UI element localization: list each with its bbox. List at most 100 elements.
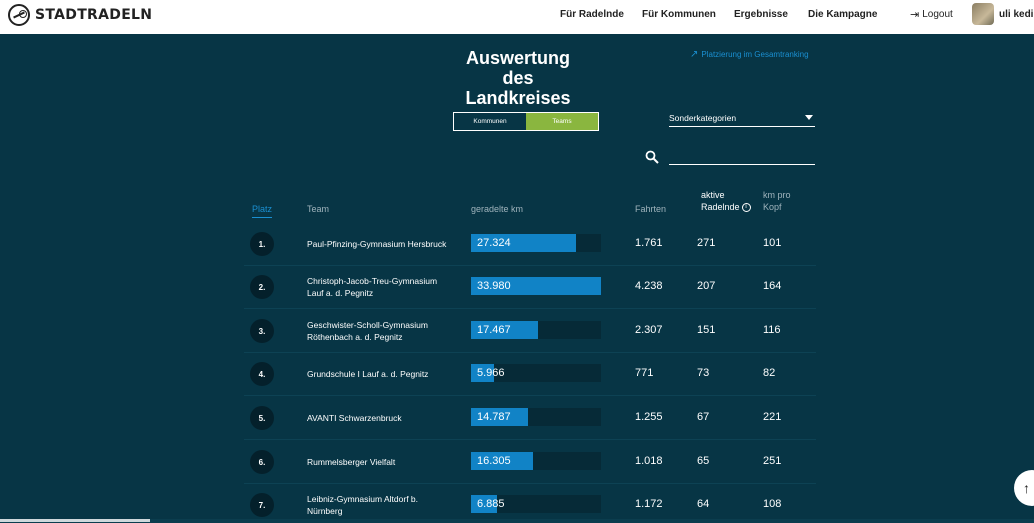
- bike-logo-icon: [8, 4, 30, 26]
- team-name-line1: AVANTI Schwarzenbruck: [307, 413, 402, 423]
- table-row: 2. Christoph-Jacob-Treu-Gymnasium Lauf a.…: [244, 265, 816, 309]
- column-header-aktive-line2: Radelnde: [701, 202, 740, 212]
- nav-fuer-radelnde[interactable]: Für Radelnde: [560, 9, 624, 20]
- scroll-to-top-button[interactable]: ↑: [1014, 470, 1034, 506]
- info-icon[interactable]: i: [741, 203, 751, 213]
- aktive-radelnde-value: 64: [697, 498, 710, 510]
- km-bar: 14.787: [471, 408, 601, 426]
- rank-badge: 7.: [250, 493, 274, 517]
- caret-down-icon: [805, 115, 813, 120]
- aktive-radelnde-value: 207: [697, 280, 716, 292]
- toggle-kommunen[interactable]: Kommunen: [454, 113, 526, 130]
- km-bar: 6.885: [471, 495, 601, 513]
- table-row: 1. Paul-Pfinzing-Gymnasium Hersbruck 27.…: [244, 222, 816, 266]
- column-header-km-pro-kopf[interactable]: km pro Kopf: [763, 189, 813, 213]
- team-name-line1: Geschwister-Scholl-Gymnasium: [307, 320, 428, 330]
- rank-badge: 2.: [250, 275, 274, 299]
- rank-badge: 6.: [250, 450, 274, 474]
- horizontal-scrollbar[interactable]: [0, 519, 1034, 523]
- column-header-kopf-line1: km pro: [763, 190, 791, 200]
- scrollbar-thumb[interactable]: [0, 519, 150, 522]
- team-name: Grundschule I Lauf a. d. Pegnitz: [307, 368, 467, 380]
- rank-badge: 3.: [250, 319, 274, 343]
- ranking-link[interactable]: ↗ Platzierung im Gesamtranking: [690, 49, 809, 60]
- km-pro-kopf-value: 251: [763, 455, 782, 467]
- team-name: Christoph-Jacob-Treu-Gymnasium Lauf a. d.…: [307, 275, 467, 299]
- km-pro-kopf-value: 164: [763, 280, 782, 292]
- search-icon[interactable]: [645, 150, 659, 164]
- km-value: 27.324: [477, 237, 511, 249]
- km-value: 14.787: [477, 411, 511, 423]
- km-pro-kopf-value: 82: [763, 367, 776, 379]
- column-header-platz[interactable]: Platz: [252, 203, 273, 218]
- team-name-line2: Lauf a. d. Pegnitz: [307, 288, 374, 298]
- top-navigation: STADTRADELN Für Radelnde Für Kommunen Er…: [0, 0, 1034, 34]
- brand-logo[interactable]: STADTRADELN: [8, 4, 152, 26]
- column-header-team[interactable]: Team: [307, 203, 329, 215]
- user-name: uli kedin: [999, 8, 1034, 20]
- km-bar: 33.980: [471, 277, 601, 295]
- team-name-line2: Röthenbach a. d. Pegnitz: [307, 332, 403, 342]
- team-name-line1: Paul-Pfinzing-Gymnasium Hersbruck: [307, 239, 447, 249]
- fahrten-value: 1.761: [635, 237, 663, 249]
- search-input[interactable]: [669, 148, 815, 165]
- km-value: 17.467: [477, 324, 511, 336]
- team-name-line1: Leibniz-Gymnasium Altdorf b.: [307, 494, 419, 504]
- page-title: Auswertung des Landkreises: [465, 48, 571, 108]
- fahrten-value: 4.238: [635, 280, 663, 292]
- team-name: AVANTI Schwarzenbruck: [307, 412, 467, 424]
- km-value: 5.966: [477, 367, 505, 379]
- fahrten-value: 771: [635, 367, 654, 379]
- aktive-radelnde-value: 67: [697, 411, 710, 423]
- team-name-line1: Rummelsberger Vielfalt: [307, 457, 396, 467]
- km-bar: 5.966: [471, 364, 601, 382]
- fahrten-value: 1.255: [635, 411, 663, 423]
- team-name-line2: Nürnberg: [307, 506, 343, 516]
- column-header-kopf-line2: Kopf: [763, 202, 782, 212]
- column-header-km[interactable]: geradelte km: [471, 203, 523, 215]
- km-bar: 27.324: [471, 234, 601, 252]
- ranking-link-label: Platzierung im Gesamtranking: [701, 50, 809, 59]
- aktive-radelnde-value: 73: [697, 367, 710, 379]
- nav-die-kampagne[interactable]: Die Kampagne: [808, 9, 877, 20]
- column-header-fahrten[interactable]: Fahrten: [635, 203, 666, 215]
- column-header-aktive-radelnde[interactable]: aktive Radelnde i: [701, 189, 761, 213]
- aktive-radelnde-value: 65: [697, 455, 710, 467]
- nav-ergebnisse[interactable]: Ergebnisse: [734, 9, 788, 20]
- logout-icon: ⇥: [910, 8, 920, 21]
- kommunen-teams-toggle: Kommunen Teams: [453, 112, 599, 131]
- avatar: [972, 3, 994, 25]
- km-bar: 16.305: [471, 452, 601, 470]
- rank-badge: 1.: [250, 232, 274, 256]
- fahrten-value: 1.172: [635, 498, 663, 510]
- rank-badge: 4.: [250, 362, 274, 386]
- km-pro-kopf-value: 116: [763, 324, 781, 336]
- team-name: Geschwister-Scholl-Gymnasium Röthenbach a…: [307, 319, 467, 343]
- team-name: Rummelsberger Vielfalt: [307, 456, 467, 468]
- km-value: 33.980: [477, 280, 511, 292]
- km-bar: 17.467: [471, 321, 601, 339]
- arrow-up-icon: ↑: [1023, 480, 1030, 496]
- toggle-teams[interactable]: Teams: [526, 113, 598, 130]
- km-pro-kopf-value: 101: [763, 237, 782, 249]
- user-menu[interactable]: uli kedin: [972, 3, 1034, 25]
- brand-name: STADTRADELN: [35, 7, 153, 23]
- km-value: 16.305: [477, 455, 511, 467]
- km-value: 6.885: [477, 498, 505, 510]
- nav-fuer-kommunen[interactable]: Für Kommunen: [642, 9, 716, 20]
- category-select[interactable]: Sonderkategorien: [669, 109, 815, 127]
- logout-button[interactable]: ⇥ Logout: [910, 9, 953, 20]
- category-select-value: Sonderkategorien: [669, 113, 737, 123]
- table-row: 6. Rummelsberger Vielfalt 16.305 1.018 6…: [244, 440, 816, 484]
- aktive-radelnde-value: 271: [697, 237, 716, 249]
- team-name: Leibniz-Gymnasium Altdorf b. Nürnberg: [307, 493, 467, 517]
- rank-badge: 5.: [250, 406, 274, 430]
- team-name-line1: Christoph-Jacob-Treu-Gymnasium: [307, 276, 438, 286]
- km-pro-kopf-value: 108: [763, 498, 782, 510]
- team-name: Paul-Pfinzing-Gymnasium Hersbruck: [307, 238, 467, 250]
- table-row: 5. AVANTI Schwarzenbruck 14.787 1.255 67…: [244, 396, 816, 440]
- arrow-up-right-icon: ↗: [690, 49, 699, 60]
- table-row: 7. Leibniz-Gymnasium Altdorf b. Nürnberg …: [244, 483, 816, 523]
- table-row: 4. Grundschule I Lauf a. d. Pegnitz 5.96…: [244, 352, 816, 396]
- fahrten-value: 2.307: [635, 324, 663, 336]
